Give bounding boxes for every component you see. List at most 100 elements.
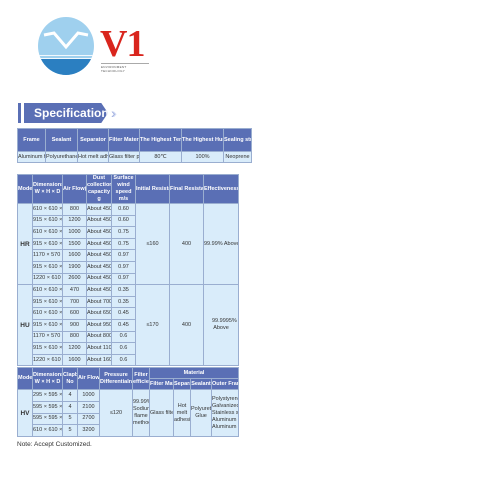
cell-wind-speed: 0.6 [111,330,136,344]
cell-clapboard: 5 [62,424,78,438]
cell-initial-resistance-hu: ≤170 [135,284,170,367]
header-final-resistance: Final Resistance Pa [169,174,204,204]
header-separator: Separator [173,378,191,390]
table-header-row: Frame Sealant Separator Filter Material … [17,128,252,152]
cell-wind-speed: 0.97 [111,260,136,274]
cell-dimensions: 915 × 610 × 50 [32,295,63,309]
heading-accent-bar [18,103,21,123]
cell-air-flow: 2600 [62,272,87,286]
outer-frame-option: Galvanized steel plate [212,402,239,409]
general-spec-table: Frame Sealant Separator Filter Material … [17,128,252,163]
header-dust-capacity: Dust collection capacity g [86,174,112,204]
cell-sealing-strip: Neoprene [223,151,252,163]
cell-air-flow: 3200 [77,424,100,438]
header-filter-material: Filter Material [108,128,140,152]
cell-dimensions: 915 × 610 × 69 [32,318,63,332]
cell-filter-material: Glass filter paper [149,388,174,438]
cell-air-flow: 1500 [62,237,87,251]
cell-air-flow: 1200 [62,214,87,228]
table-row: HR 610 × 610 × 50 800 About 450 0.60 ≤16… [17,202,239,286]
cell-air-flow: 600 [62,307,87,320]
cell-initial-resistance-hr: ≤160 [135,202,170,286]
cell-separator: Hot melt adhesive [173,388,191,438]
cell-clapboard: 5 [62,412,78,426]
header-dimensions: Dimensions(mm) W × H × D [32,367,63,390]
header-outer-frame: Outer Frame [210,378,240,390]
header-effectiveness: Effectiveness ≤ 0.3 μ m [203,174,239,204]
cell-dimensions: 1170 × 570 × 69 [32,330,63,344]
cell-final-resistance-hr: 400 [169,202,204,286]
logo-emblem-icon [38,17,94,75]
cell-effectiveness-hu: 99.9995% Above [203,284,239,367]
cell-dust-capacity: About 950 [86,318,112,332]
cell-air-flow: 700 [62,295,87,309]
cell-dimensions: 1170 × 570 × 69 [32,249,63,262]
header-sealing-strip: Sealing strip [223,128,252,152]
header-filter-efficiency: Filter efficiency(%) [132,367,150,390]
header-sealant: Sealant [190,378,212,390]
cell-dimensions: 915 × 610 × 90 [32,260,63,274]
cell-separator: Hot melt adhesive [77,151,109,163]
cell-effectiveness-hr: 99.99% Above [203,202,239,286]
header-highest-temperature: The Highest Temperature [139,128,182,152]
cell-dimensions: 915 × 610 × 69 [32,237,63,251]
cell-wind-speed: 0.35 [111,295,136,309]
logo-subtitle: ENVIRONMENT TECHNOLOGY [101,63,149,73]
model-hu: HU [17,284,33,367]
model-hr: HR [17,202,33,286]
outer-frame-option: Stainless steel plate [212,409,239,416]
cell-dimensions: 915 × 610 × 50 [32,214,63,228]
cell-air-flow: 800 [62,203,87,216]
header-dimensions: Dimensions(mm) W × H × D [32,174,63,204]
cell-filter-efficiency: 99.99% Sodium flame method [132,388,150,438]
cell-dimensions: 610 × 610 × 50 [32,284,63,297]
header-air-flow: Air Flow(m³/h) [77,367,100,390]
cell-dimensions: 1220 × 610 × 100 [32,272,63,286]
cell-dimensions: 295 × 595 × 295 [32,389,63,402]
outer-frame-option: Polystyrene frame [212,395,239,402]
cell-humidity: 100% [181,151,224,163]
header-pressure: Pressure Differentialrange(MPa) [99,367,133,390]
cell-sealant: Polyurethane Glue [45,151,78,163]
cell-wind-speed: 0.60 [111,214,136,228]
customization-note: Note: Accept Customized. [17,441,92,448]
table-row: HV 295 × 595 × 295 4 1000 ≤120 99.99% So… [17,388,240,438]
cell-frame: Aluminum frame [17,151,46,163]
cell-dimensions: 610 × 610 × 69 [32,307,63,320]
performance-table: Model Dimensions(mm) W × H × D Air Flow(… [17,174,239,367]
cell-air-flow: 800 [62,330,87,344]
cell-wind-speed: 0.60 [111,203,136,216]
cell-pressure: ≤120 [99,388,133,438]
cell-wind-speed: 0.6 [111,342,136,355]
header-sealant: Sealant [45,128,78,152]
cell-dust-capacity: About 650 [86,307,112,320]
cell-dust-capacity: About 450 [86,226,112,239]
header-air-flow: Air Flow(m³/h) [62,174,87,204]
cell-dust-capacity: About 450 [86,272,112,286]
cell-dust-capacity: About 450 [86,237,112,251]
cell-clapboard: 4 [62,400,78,414]
cell-dust-capacity: About 1600 [86,353,112,367]
header-surface-wind-speed: Surface wind speed m/s [111,174,136,204]
cell-temperature: 80℃ [139,151,182,163]
header-filter-material: Filter Material [149,378,174,390]
cell-air-flow: 2100 [77,400,100,414]
cell-dust-capacity: About 700 [86,295,112,309]
cell-wind-speed: 0.97 [111,249,136,262]
cell-dimensions: 1220 × 610 × 100 [32,353,63,367]
cell-dust-capacity: About 450 [86,203,112,216]
logo-brand-text: V1 [100,23,145,65]
header-frame: Frame [17,128,46,152]
cell-outer-frame: Polystyrene frame Galvanized steel plate… [210,388,240,438]
cell-wind-speed: 0.35 [111,284,136,297]
chevrons-icon: ››› [111,105,116,121]
outer-frame-option: Aluminum alloy plate [212,416,238,423]
cell-air-flow: 1600 [62,249,87,262]
cell-air-flow: 900 [62,318,87,332]
cell-air-flow: 1200 [62,342,87,355]
cell-filter-material: Glass filter paper [108,151,140,163]
table-row: Aluminum frame Polyurethane Glue Hot mel… [17,151,252,163]
cell-dimensions: 915 × 610 × 90 [32,342,63,355]
header-model: Model [17,174,33,204]
cell-air-flow: 1000 [62,226,87,239]
